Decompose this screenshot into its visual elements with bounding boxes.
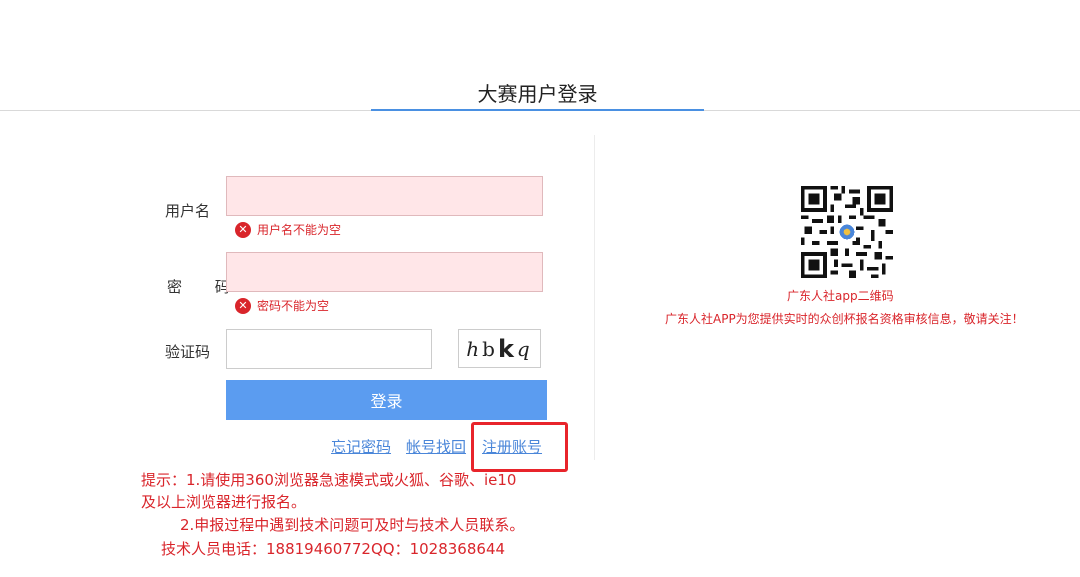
- recover-account-link[interactable]: 帐号找回: [406, 436, 466, 457]
- captcha-char: q: [516, 336, 533, 361]
- title-underline: [371, 109, 704, 111]
- username-input[interactable]: [226, 176, 543, 216]
- captcha-input[interactable]: [226, 329, 432, 369]
- qr-code-image: [801, 186, 893, 278]
- captcha-char: b: [482, 336, 498, 361]
- register-highlight-box: [471, 422, 568, 472]
- x-circle-icon: ✕: [235, 221, 251, 238]
- username-error: ✕ 用户名不能为空: [235, 221, 341, 238]
- captcha-image[interactable]: h b k q: [458, 329, 541, 368]
- password-error: ✕ 密码不能为空: [235, 297, 329, 314]
- notice-line-3: 2.申报过程中遇到技术问题可及时与技术人员联系。: [180, 516, 525, 534]
- notice-line-4: 技术人员电话：18819460772QQ：1028368644: [161, 540, 506, 558]
- password-input[interactable]: [226, 252, 543, 292]
- captcha-label: 验证码: [165, 343, 211, 361]
- password-error-text: 密码不能为空: [257, 299, 330, 313]
- username-label: 用户名: [165, 202, 211, 220]
- qr-caption: 广东人社app二维码: [787, 289, 894, 303]
- username-error-text: 用户名不能为空: [257, 223, 342, 237]
- qr-description: 广东人社APP为您提供实时的众创杯报名资格审核信息，敬请关注！: [665, 312, 1024, 326]
- captcha-char: h: [466, 336, 483, 361]
- page-title: 大赛用户登录: [477, 82, 598, 106]
- notice-line-1: 提示：1.请使用360浏览器急速模式或火狐、谷歌、ie10: [141, 471, 517, 489]
- qr-code-icon: [801, 186, 893, 278]
- forgot-password-link[interactable]: 忘记密码: [331, 436, 391, 457]
- login-button[interactable]: 登录: [226, 380, 547, 420]
- captcha-char: k: [497, 334, 517, 363]
- vertical-divider: [594, 135, 595, 460]
- x-circle-icon: ✕: [235, 297, 251, 314]
- notice-line-2: 及以上浏览器进行报名。: [141, 493, 307, 511]
